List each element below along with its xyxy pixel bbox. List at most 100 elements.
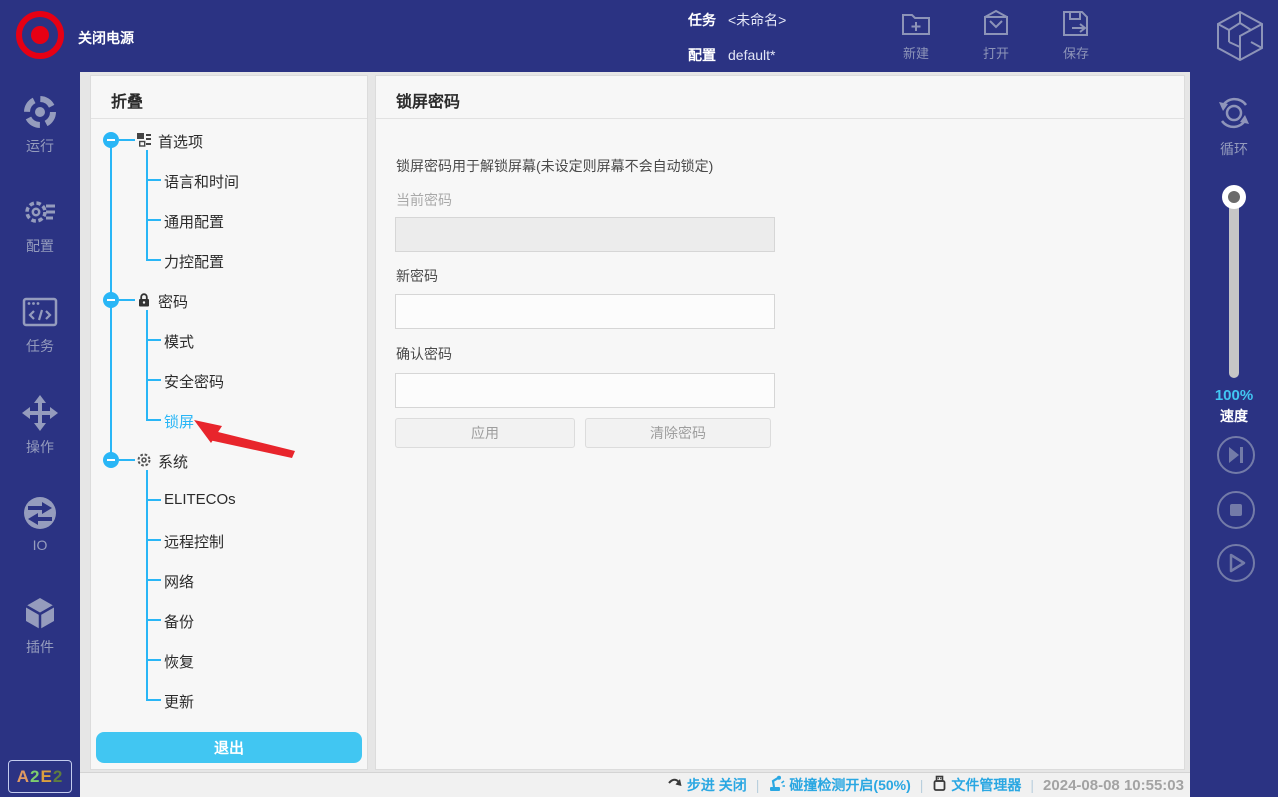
- config-value: default*: [728, 47, 775, 63]
- move-arrows-icon: [0, 395, 80, 431]
- open-button-label: 打开: [965, 43, 1027, 62]
- power-indicator-icon[interactable]: [16, 11, 64, 59]
- code-window-icon: [0, 294, 80, 330]
- collapse-toggle-icon[interactable]: [103, 452, 119, 468]
- a2e2-badge[interactable]: A2E2: [8, 760, 72, 793]
- new-password-field[interactable]: [395, 294, 775, 329]
- separator: |: [1030, 777, 1034, 793]
- new-button[interactable]: 新建: [885, 8, 947, 66]
- loop-button[interactable]: 循环: [1190, 92, 1278, 159]
- sidebar-item-config[interactable]: 配置: [0, 194, 80, 256]
- tree-node-remote-control[interactable]: 远程控制: [91, 530, 367, 550]
- loop-cycle-icon: [1213, 121, 1255, 138]
- confirm-password-field[interactable]: [395, 373, 775, 408]
- settings-tree-panel: 折叠 首选项 语言和时间 通用配置 力控配置 密码 模式 安全密码 锁屏 系统 …: [90, 75, 368, 770]
- play-button[interactable]: [1217, 544, 1255, 582]
- tree-node-network[interactable]: 网络: [91, 570, 367, 590]
- sidebar-item-plugin[interactable]: 插件: [0, 595, 80, 657]
- divider: [376, 118, 1184, 119]
- speed-slider-track[interactable]: [1229, 190, 1239, 378]
- gear-icon: [136, 452, 152, 473]
- step-next-icon: [1219, 438, 1253, 472]
- tree-node-system[interactable]: 系统: [91, 450, 367, 470]
- sidebar-item-label: 任务: [0, 336, 80, 356]
- tree-node-preferences[interactable]: 首选项: [91, 130, 367, 150]
- tree-node-update[interactable]: 更新: [91, 690, 367, 710]
- sidebar-item-label: IO: [0, 537, 80, 553]
- task-label: 任务: [688, 12, 716, 28]
- tree-node-safety-password[interactable]: 安全密码: [91, 370, 367, 390]
- new-password-label: 新密码: [396, 266, 438, 286]
- tree-branch-line: [146, 150, 148, 260]
- right-sidebar: 循环 100% 速度: [1190, 72, 1278, 797]
- confirm-password-label: 确认密码: [396, 344, 452, 364]
- sidebar-item-task[interactable]: 任务: [0, 294, 80, 356]
- stop-icon: [1219, 493, 1253, 527]
- save-button-label: 保存: [1045, 43, 1107, 62]
- config-row: 配置 default*: [688, 45, 775, 65]
- apply-button[interactable]: 应用: [395, 418, 575, 448]
- sidebar-item-label: 运行: [0, 136, 80, 156]
- tree-node-password[interactable]: 密码: [91, 290, 367, 310]
- elite-robots-logo-icon: [1214, 9, 1266, 63]
- task-value: <未命名>: [728, 12, 786, 28]
- datetime-display: 2024-08-08 10:55:03: [1043, 777, 1184, 794]
- file-manager-label: 文件管理器: [951, 775, 1021, 795]
- file-manager-item[interactable]: 文件管理器: [932, 775, 1021, 795]
- tree-node-restore[interactable]: 恢复: [91, 650, 367, 670]
- status-bar: 步进 关闭 | 碰撞检测开启(50%) | 文件管理器 | 2024-08-08…: [80, 772, 1190, 797]
- step-status-label: 步进 关闭: [687, 775, 747, 795]
- page-title: 锁屏密码: [396, 88, 460, 112]
- save-button[interactable]: 保存: [1045, 8, 1107, 66]
- config-label: 配置: [688, 47, 716, 63]
- stop-button[interactable]: [1217, 491, 1255, 529]
- collision-status[interactable]: 碰撞检测开启(50%): [768, 775, 910, 795]
- step-mode-icon: [667, 776, 683, 795]
- usb-drive-icon: [932, 775, 947, 795]
- badge-char: E: [40, 767, 52, 787]
- tree-node-language-time[interactable]: 语言和时间: [91, 170, 367, 190]
- collision-detect-icon: [768, 775, 785, 795]
- tree-node-lock-screen[interactable]: 锁屏: [91, 410, 367, 430]
- sidebar-item-run[interactable]: 运行: [0, 94, 80, 156]
- step-status[interactable]: 步进 关闭: [667, 775, 747, 795]
- sidebar-item-operate[interactable]: 操作: [0, 395, 80, 457]
- tree-panel-title[interactable]: 折叠: [111, 88, 143, 112]
- sidebar-item-io[interactable]: IO: [0, 495, 80, 553]
- exit-button[interactable]: 退出: [96, 732, 362, 763]
- play-icon: [1219, 546, 1253, 580]
- speed-value: 100%: [1190, 387, 1278, 404]
- step-next-button[interactable]: [1217, 436, 1255, 474]
- save-icon: [1045, 8, 1107, 40]
- loop-label: 循环: [1190, 139, 1278, 159]
- io-arrows-icon: [0, 495, 80, 531]
- collapse-toggle-icon[interactable]: [103, 132, 119, 148]
- clear-password-button[interactable]: 清除密码: [585, 418, 771, 448]
- current-password-field[interactable]: [395, 217, 775, 252]
- power-off-label[interactable]: 关闭电源: [78, 28, 134, 48]
- tree-node-backup[interactable]: 备份: [91, 610, 367, 630]
- current-password-label: 当前密码: [396, 190, 452, 210]
- lock-icon: [136, 292, 152, 313]
- description-text: 锁屏密码用于解锁屏幕(未设定则屏幕不会自动锁定): [396, 156, 713, 176]
- collapse-toggle-icon[interactable]: [103, 292, 119, 308]
- sitemap-icon: [136, 132, 152, 153]
- left-sidebar: 运行 配置 任务 操作 IO 插件 A2E2: [0, 72, 80, 797]
- sidebar-item-label: 插件: [0, 637, 80, 657]
- new-button-label: 新建: [885, 43, 947, 62]
- badge-char: 2: [53, 767, 63, 787]
- open-button[interactable]: 打开: [965, 8, 1027, 66]
- top-bar: 关闭电源 任务 <未命名> 配置 default* 新建 打开 保存: [0, 0, 1278, 72]
- speed-slider-handle[interactable]: [1222, 185, 1246, 209]
- divider: [91, 118, 367, 119]
- tree-node-mode[interactable]: 模式: [91, 330, 367, 350]
- tree-node-elitecos[interactable]: ELITECOs: [91, 490, 367, 510]
- gear-list-icon: [0, 194, 80, 230]
- separator: |: [756, 777, 760, 793]
- tree-node-force-config[interactable]: 力控配置: [91, 250, 367, 270]
- sidebar-item-label: 操作: [0, 437, 80, 457]
- collision-status-label: 碰撞检测开启(50%): [789, 775, 910, 795]
- lock-screen-password-panel: 锁屏密码 锁屏密码用于解锁屏幕(未设定则屏幕不会自动锁定) 当前密码 新密码 确…: [375, 75, 1185, 770]
- tree-node-general-config[interactable]: 通用配置: [91, 210, 367, 230]
- badge-char: A: [17, 767, 30, 787]
